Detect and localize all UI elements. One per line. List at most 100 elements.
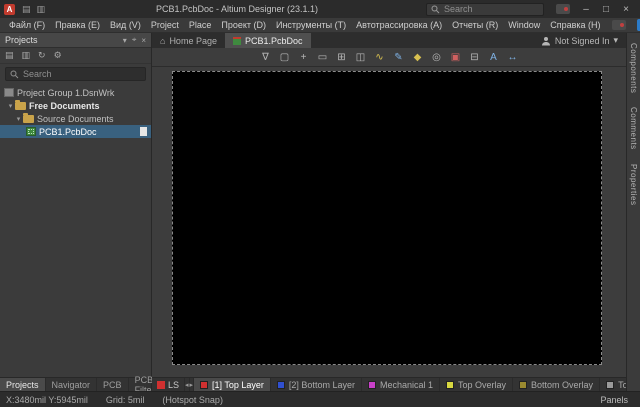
open-document-icon[interactable]: ▥ xyxy=(37,4,46,15)
pcb-canvas[interactable] xyxy=(172,71,602,365)
chevron-down-icon: ▾ xyxy=(613,35,618,46)
panel-menu-icon[interactable]: ▾ xyxy=(123,36,127,45)
union-icon[interactable]: ◫ xyxy=(353,50,368,65)
menu-design[interactable]: Проект (D) xyxy=(216,20,271,30)
pcb-canvas-area xyxy=(152,67,626,377)
tab-projects[interactable]: Projects xyxy=(0,378,46,391)
menu-help[interactable]: Справка (H) xyxy=(545,20,605,30)
layer-tab-bottom-layer[interactable]: [2] Bottom Layer xyxy=(271,378,362,391)
projects-search-input[interactable]: Search xyxy=(5,67,146,81)
folder-open-icon[interactable]: ▥ xyxy=(22,50,31,61)
folder-icon xyxy=(23,115,34,123)
route-icon[interactable]: ∿ xyxy=(372,50,387,65)
layer-sets-label: LS xyxy=(168,380,179,390)
string-icon[interactable]: A xyxy=(486,50,501,65)
key-icon[interactable]: ◆ xyxy=(410,50,425,65)
new-document-icon[interactable]: ▤ xyxy=(22,4,31,15)
window-title: PCB1.PcbDoc - Altium Designer (23.1.1) xyxy=(48,4,426,14)
video-icon[interactable] xyxy=(612,20,626,30)
global-search-input[interactable]: Search xyxy=(426,3,544,16)
pin-icon[interactable]: ⌖ xyxy=(132,35,137,45)
layer-tab-bottom-overlay[interactable]: Bottom Overlay xyxy=(513,378,600,391)
tab-properties[interactable]: Properties xyxy=(629,164,638,205)
menu-autoroute[interactable]: Автотрассировка (A) xyxy=(351,20,447,30)
gear-icon[interactable]: ⚙ xyxy=(54,50,62,61)
tab-comments[interactable]: Comments xyxy=(629,107,638,150)
snapshot-icon[interactable] xyxy=(556,4,570,14)
snap-mode: (Hotspot Snap) xyxy=(162,395,223,405)
tab-components[interactable]: Components xyxy=(629,43,638,93)
refresh-icon[interactable]: ↻ xyxy=(38,50,46,61)
main-content: Projects ▾ ⌖ × ▤ ▥ ↻ ⚙ Search Project Gr… xyxy=(0,33,640,391)
document-tab-bar: ⌂ Home Page PCB1.PcbDoc Not Signed In ▾ xyxy=(152,33,626,48)
cursor-coordinates: X:3480mil Y:5945mil xyxy=(6,395,88,405)
layer-tab-top-overlay[interactable]: Top Overlay xyxy=(440,378,513,391)
tree-item-project-group[interactable]: Project Group 1.DsnWrk xyxy=(0,86,151,99)
collapse-caret-icon[interactable]: ▾ xyxy=(14,115,23,123)
pad-icon[interactable]: ▣ xyxy=(448,50,463,65)
menu-project-en[interactable]: Project xyxy=(146,20,184,30)
pcb-file-icon xyxy=(233,37,241,45)
minimize-button[interactable]: – xyxy=(576,1,596,17)
menu-place[interactable]: Place xyxy=(184,20,217,30)
tab-pcb1-pcbdoc[interactable]: PCB1.PcbDoc xyxy=(225,33,311,48)
tab-pcb[interactable]: PCB xyxy=(97,378,129,391)
layer-tab-label: [2] Bottom Layer xyxy=(289,380,355,390)
menu-view[interactable]: Вид (V) xyxy=(105,20,146,30)
layer-tab-top-layer[interactable]: [1] Top Layer xyxy=(194,378,271,391)
filter-icon[interactable]: ∇ xyxy=(258,50,273,65)
menu-edit[interactable]: Правка (E) xyxy=(50,20,105,30)
home-icon: ⌂ xyxy=(160,36,165,46)
menu-file[interactable]: Файл (F) xyxy=(4,20,50,30)
layer-tab-label: [1] Top Layer xyxy=(212,380,264,390)
title-bar: A ▤ ▥ PCB1.PcbDoc - Altium Designer (23.… xyxy=(0,0,640,18)
layer-color-swatch xyxy=(277,381,285,389)
search-icon xyxy=(10,70,19,79)
measure-icon[interactable]: ↔ xyxy=(505,50,520,65)
tree-item-label: Project Group 1.DsnWrk xyxy=(17,88,114,98)
layer-color-swatch xyxy=(519,381,527,389)
workspace-icon xyxy=(4,88,14,97)
layer-sets-button[interactable]: LS xyxy=(152,378,185,391)
layer-color-swatch xyxy=(446,381,454,389)
collapse-caret-icon[interactable]: ▾ xyxy=(6,102,15,110)
tab-label: Home Page xyxy=(169,36,217,46)
tree-item-pcb1-pcbdoc[interactable]: PCB1.PcbDoc xyxy=(0,125,151,138)
close-button[interactable]: × xyxy=(616,1,636,17)
tree-item-source-documents[interactable]: ▾ Source Documents xyxy=(0,112,151,125)
active-layer-color-swatch xyxy=(157,381,165,389)
maximize-button[interactable]: □ xyxy=(596,1,616,17)
area-select-icon[interactable]: ▭ xyxy=(315,50,330,65)
array-icon[interactable]: ⊞ xyxy=(334,50,349,65)
layer-tab-mechanical-1[interactable]: Mechanical 1 xyxy=(362,378,440,391)
panels-button[interactable]: Panels xyxy=(594,395,634,405)
layer-tab-top-paste[interactable]: Top Paste xyxy=(600,378,626,391)
menu-window[interactable]: Window xyxy=(503,20,545,30)
layer-tab-label: Mechanical 1 xyxy=(380,380,433,390)
layer-tab-label: Top Overlay xyxy=(458,380,506,390)
menu-reports[interactable]: Отчеты (R) xyxy=(447,20,503,30)
grid-setting: Grid: 5mil xyxy=(106,395,145,405)
move-icon[interactable]: + xyxy=(296,50,311,65)
search-placeholder: Search xyxy=(444,4,473,14)
layer-tab-label: Bottom Overlay xyxy=(531,380,593,390)
tree-item-label: Source Documents xyxy=(37,114,114,124)
documents-icon[interactable]: ▤ xyxy=(5,50,14,61)
tab-home-page[interactable]: ⌂ Home Page xyxy=(152,33,225,48)
account-status[interactable]: Not Signed In ▾ xyxy=(533,33,626,48)
layer-color-swatch xyxy=(606,381,614,389)
layer-color-swatch xyxy=(368,381,376,389)
panel-close-icon[interactable]: × xyxy=(141,36,146,45)
tree-item-free-documents[interactable]: ▾ Free Documents xyxy=(0,99,151,112)
status-bar: X:3480mil Y:5945mil Grid: 5mil (Hotspot … xyxy=(0,391,640,407)
document-state-icon xyxy=(140,127,147,136)
select-icon[interactable]: ▢ xyxy=(277,50,292,65)
tab-navigator[interactable]: Navigator xyxy=(46,378,98,391)
folder-icon xyxy=(15,102,26,110)
grid-icon[interactable]: ⊟ xyxy=(467,50,482,65)
pencil-icon[interactable]: ✎ xyxy=(391,50,406,65)
menu-tools[interactable]: Инструменты (T) xyxy=(271,20,351,30)
pcb-toolbar: ∇ ▢ + ▭ ⊞ ◫ ∿ ✎ ◆ ◎ ▣ ⊟ A ↔ xyxy=(152,48,626,67)
via-icon[interactable]: ◎ xyxy=(429,50,444,65)
buy-online-button[interactable]: Buy Online Now xyxy=(637,19,640,31)
